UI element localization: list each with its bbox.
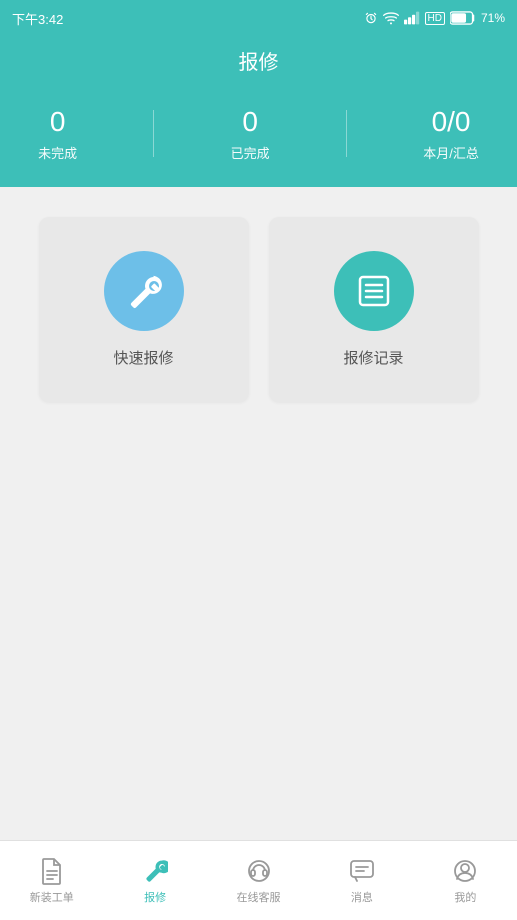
- repair-records-icon-circle: [334, 251, 414, 331]
- repair-records-label: 报修记录: [343, 347, 403, 368]
- nav-profile[interactable]: 我的: [414, 857, 517, 905]
- main-content: 快速报修 报修记录: [0, 187, 517, 432]
- hd-badge: HD: [425, 12, 445, 25]
- repair-records-card[interactable]: 报修记录: [269, 217, 479, 402]
- stat-divider-2: [346, 110, 347, 157]
- stat-incomplete: 0 未完成: [38, 105, 77, 162]
- quick-repair-card[interactable]: 快速报修: [39, 217, 249, 402]
- nav-new-install[interactable]: 新装工单: [0, 857, 103, 905]
- status-time: 下午3:42: [12, 9, 63, 28]
- nav-online-service-label: 在线客服: [237, 889, 281, 905]
- wifi-icon: [383, 11, 399, 25]
- signal-icon: [404, 11, 420, 25]
- stat-monthly: 0/0 本月/汇总: [423, 105, 479, 162]
- nav-messages[interactable]: 消息: [310, 857, 413, 905]
- nav-profile-label: 我的: [454, 889, 476, 905]
- chat-icon: [348, 857, 376, 885]
- quick-repair-label: 快速报修: [113, 347, 173, 368]
- stat-divider-1: [153, 110, 154, 157]
- battery-icon: [450, 11, 476, 25]
- quick-repair-icon-circle: [104, 251, 184, 331]
- battery-percent: 71%: [481, 11, 505, 25]
- list-icon: [352, 269, 396, 313]
- content-spacer: [0, 432, 517, 732]
- nav-repair[interactable]: 报修: [103, 857, 206, 905]
- user-icon: [451, 857, 479, 885]
- nav-new-install-label: 新装工单: [30, 889, 74, 905]
- nav-online-service[interactable]: 在线客服: [207, 857, 310, 905]
- wrench-icon: [122, 269, 166, 313]
- stat-complete-number: 0: [242, 105, 258, 139]
- nav-repair-label: 报修: [144, 889, 166, 905]
- status-bar: 下午3:42 HD 71%: [0, 0, 517, 36]
- document-icon: [38, 857, 66, 885]
- stat-monthly-number: 0/0: [432, 105, 471, 139]
- bottom-nav: 新装工单 报修 在线客服: [0, 840, 517, 920]
- status-icons: HD 71%: [364, 11, 505, 25]
- stat-complete: 0 已完成: [231, 105, 270, 162]
- nav-messages-label: 消息: [351, 889, 373, 905]
- stat-incomplete-label: 未完成: [38, 143, 77, 162]
- header: 报修: [0, 36, 517, 95]
- stat-complete-label: 已完成: [231, 143, 270, 162]
- stats-row: 0 未完成 0 已完成 0/0 本月/汇总: [0, 95, 517, 187]
- page-title: 报修: [0, 46, 517, 75]
- repair-wrench-icon: [141, 857, 169, 885]
- stat-monthly-label: 本月/汇总: [423, 143, 479, 162]
- alarm-icon: [364, 11, 378, 25]
- stat-incomplete-number: 0: [50, 105, 66, 139]
- headset-icon: [245, 857, 273, 885]
